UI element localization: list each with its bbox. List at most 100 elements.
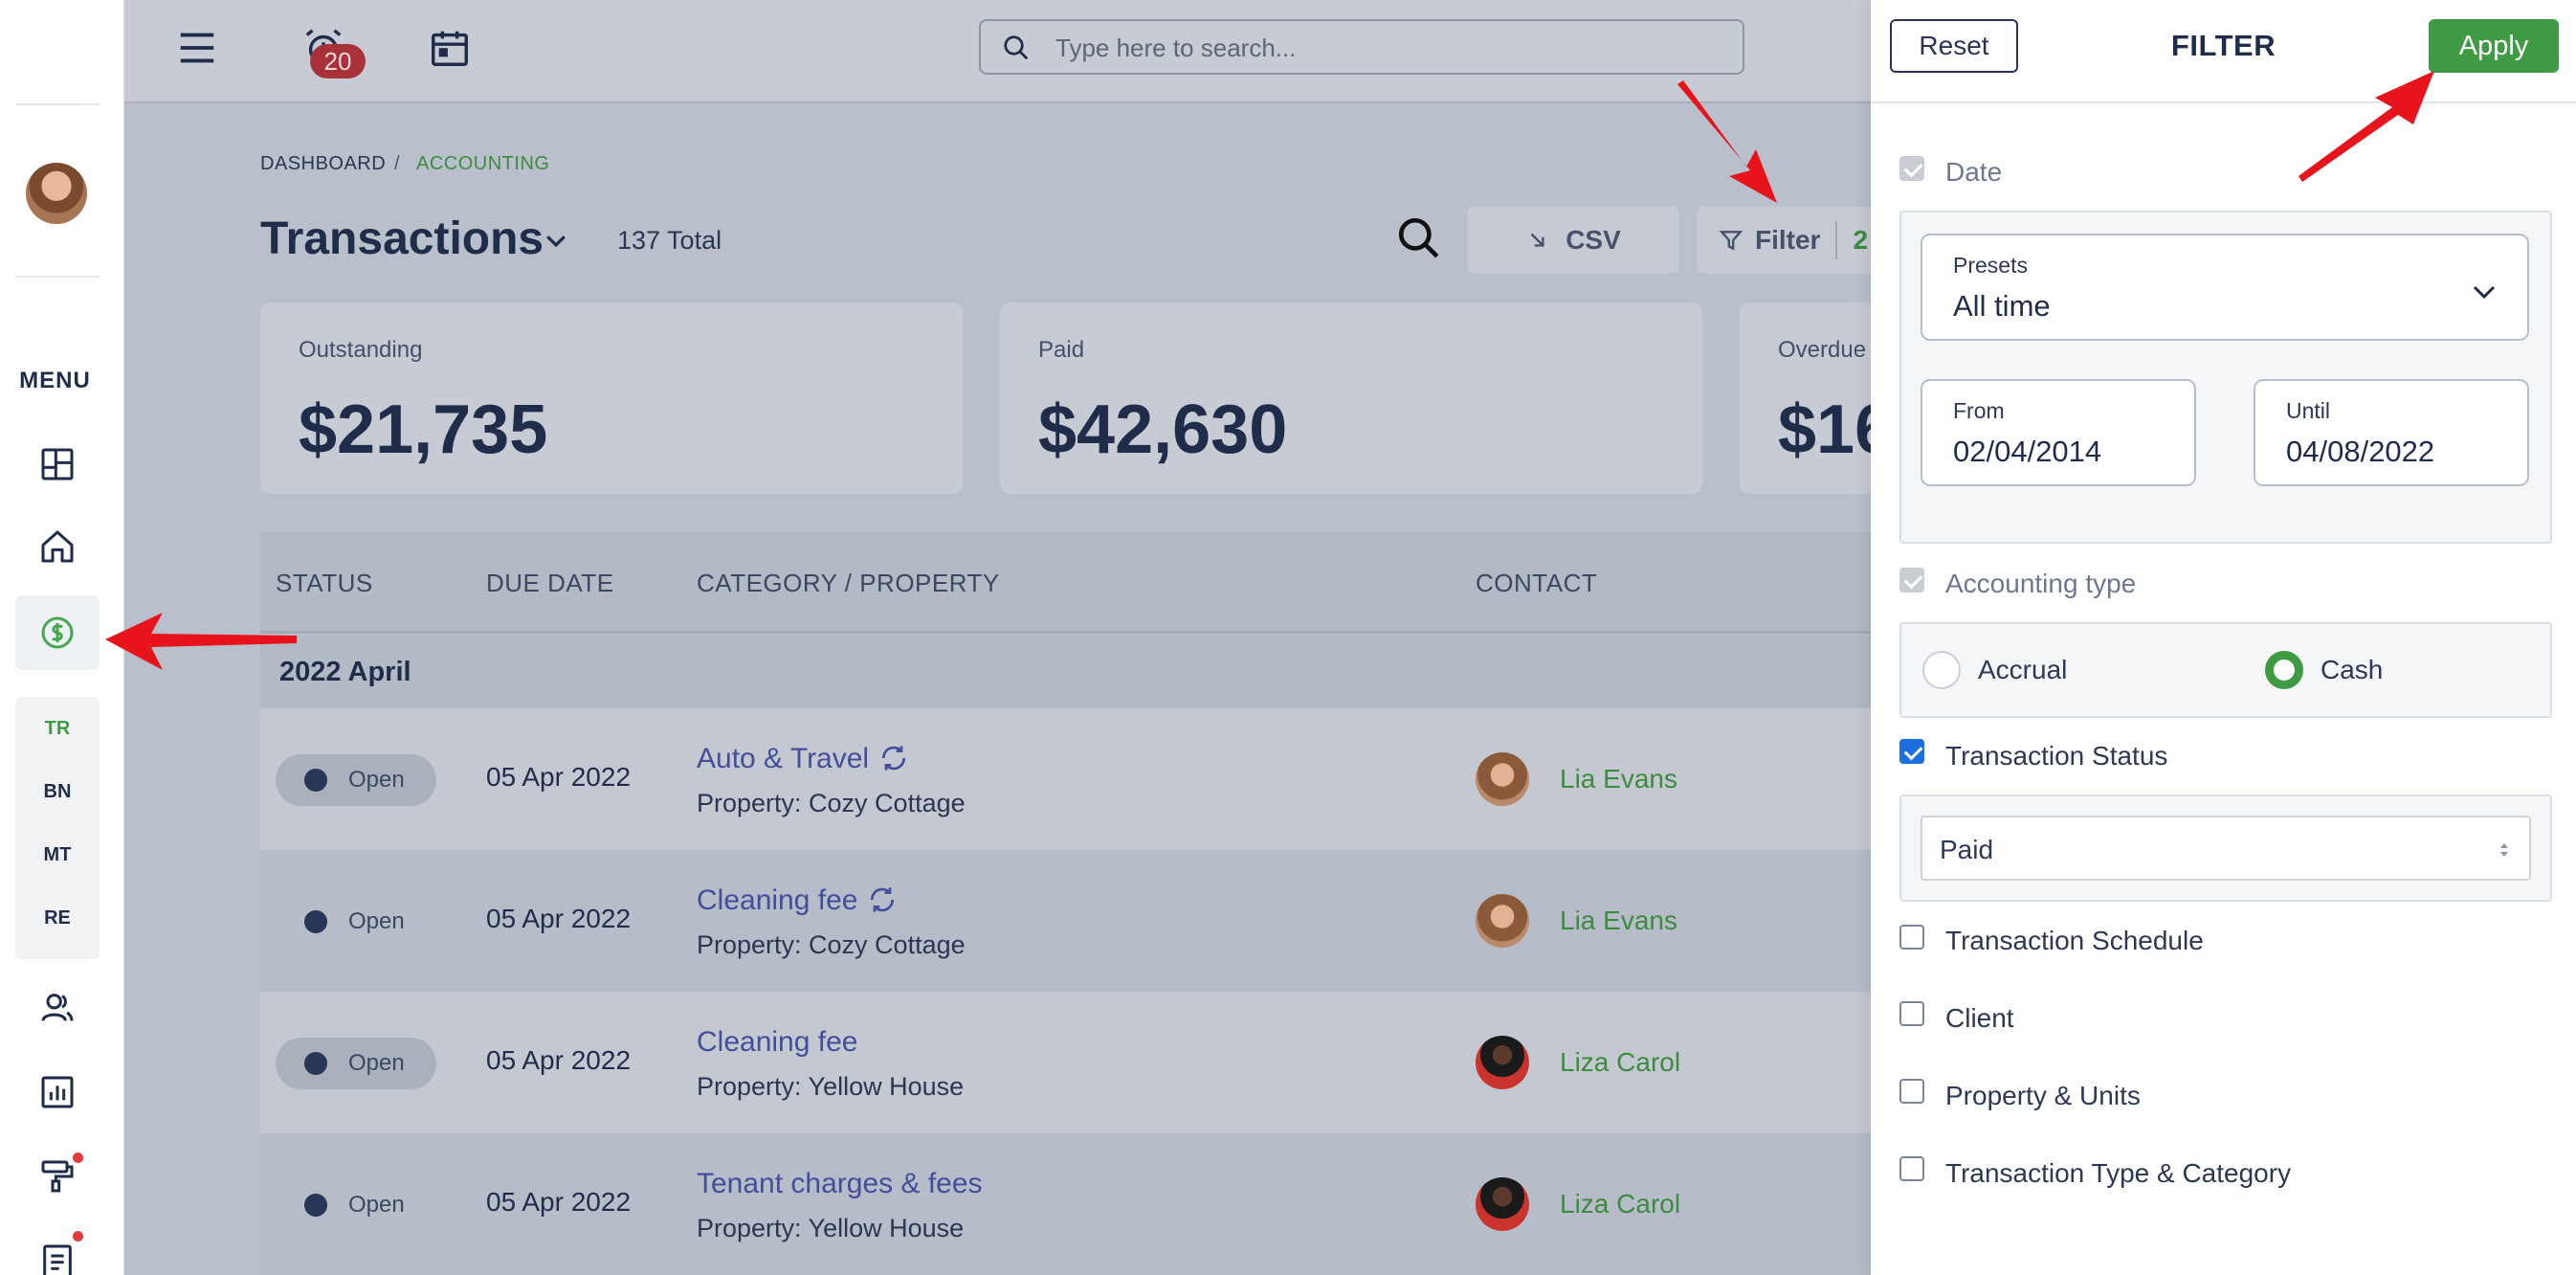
document-icon — [43, 1244, 72, 1275]
category-link[interactable]: Auto & Travel — [697, 743, 909, 775]
table-row[interactable]: Open 05 Apr 2022 Cleaning fee Property: … — [260, 850, 1871, 992]
recurring-icon — [871, 887, 895, 912]
dashboard-icon — [41, 448, 74, 481]
main-content: 20 DASHBOARD / ACCOUNTING Transactions 1… — [124, 0, 1871, 1275]
breadcrumb-dashboard[interactable]: DASHBOARD — [260, 153, 386, 175]
category-text: Auto & Travel — [697, 743, 870, 774]
property-units-label: Property & Units — [1945, 1081, 2141, 1110]
submenu-item-tr[interactable]: TR — [15, 697, 100, 760]
menu-label: MENU — [19, 368, 91, 393]
dollar-circle-icon — [41, 616, 74, 649]
category-link[interactable]: Tenant charges & fees — [697, 1168, 983, 1200]
status-text: Open — [348, 1192, 405, 1218]
nav-documents[interactable] — [15, 1223, 100, 1275]
status-dot — [304, 910, 327, 933]
reset-button[interactable]: Reset — [1890, 19, 2018, 73]
csv-export-button[interactable]: CSV — [1468, 207, 1678, 274]
presets-value: All time — [1953, 289, 2051, 323]
contact-link[interactable]: Liza Carol — [1560, 1047, 1680, 1078]
presets-label: Presets — [1953, 253, 2028, 278]
cash-radio[interactable] — [2265, 651, 2303, 689]
stat-label: Outstanding — [299, 337, 423, 363]
property-label: Property: Yellow House — [697, 1214, 965, 1242]
property-label: Property: Cozy Cottage — [697, 789, 966, 817]
from-value: 02/04/2014 — [1953, 435, 2102, 468]
submenu-item-mt[interactable]: MT — [15, 823, 100, 886]
nav-reports[interactable] — [15, 1055, 100, 1130]
presets-dropdown[interactable]: Presets All time — [1921, 234, 2529, 341]
contact-avatar — [1476, 1177, 1529, 1231]
calendar-button[interactable] — [421, 19, 478, 77]
filter-button[interactable]: Filter 2 — [1698, 207, 1871, 274]
category-link[interactable]: Cleaning fee — [697, 884, 898, 917]
status-dot — [304, 1052, 327, 1075]
stat-value: $42,630 — [1038, 391, 1288, 468]
chevron-down-icon[interactable] — [542, 226, 570, 255]
accounting-type-checkbox[interactable] — [1899, 568, 1924, 593]
status-text: Open — [348, 1050, 405, 1076]
due-date: 05 Apr 2022 — [486, 1045, 632, 1075]
stat-label: Overdue — [1778, 337, 1867, 363]
accrual-label: Accrual — [1978, 655, 2068, 684]
column-header-status[interactable]: STATUS — [276, 569, 373, 598]
nav-dashboard[interactable] — [15, 427, 100, 502]
notification-dot — [73, 1152, 83, 1163]
transaction-status-label: Transaction Status — [1945, 741, 2168, 771]
accounting-type-label: Accounting type — [1945, 569, 2137, 598]
transaction-type-label: Transaction Type & Category — [1945, 1158, 2292, 1188]
contact-link[interactable]: Lia Evans — [1560, 764, 1677, 794]
nav-home[interactable] — [15, 509, 100, 584]
stat-outstanding: Outstanding $21,735 — [260, 302, 963, 494]
submenu-item-bn[interactable]: BN — [15, 760, 100, 823]
contact-link[interactable]: Liza Carol — [1560, 1189, 1680, 1219]
until-date-field[interactable]: Until 04/08/2022 — [2254, 379, 2529, 486]
category-link[interactable]: Cleaning fee — [697, 1026, 857, 1059]
breadcrumb-separator: / — [394, 153, 401, 174]
search-input[interactable] — [1055, 29, 1706, 67]
transaction-schedule-checkbox[interactable] — [1899, 925, 1924, 950]
paint-roller-icon — [41, 1160, 74, 1193]
select-arrows-icon — [2500, 843, 2508, 857]
filter-count: 2 — [1853, 225, 1869, 255]
contact-link[interactable]: Lia Evans — [1560, 906, 1677, 936]
search-icon[interactable] — [1395, 214, 1443, 262]
menu-toggle-button[interactable] — [168, 19, 226, 77]
stat-value: $21,735 — [299, 391, 548, 468]
date-checkbox[interactable] — [1899, 156, 1924, 181]
top-bar: 20 — [124, 0, 1871, 103]
nav-accounting[interactable] — [15, 595, 100, 670]
property-units-checkbox[interactable] — [1899, 1079, 1924, 1104]
nav-maintenance[interactable] — [15, 1139, 100, 1214]
client-checkbox[interactable] — [1899, 1001, 1924, 1026]
transaction-type-checkbox[interactable] — [1899, 1156, 1924, 1181]
transaction-status-select[interactable]: Paid — [1921, 816, 2531, 881]
transaction-schedule-label: Transaction Schedule — [1945, 926, 2204, 955]
column-header-due-date[interactable]: DUE DATE — [486, 569, 614, 598]
property-label: Property: Yellow House — [697, 1072, 965, 1101]
table-row[interactable]: Open 05 Apr 2022 Cleaning fee Property: … — [260, 992, 1871, 1133]
date-filter-box: Presets All time From 02/04/2014 Until 0… — [1899, 211, 2552, 544]
client-label: Client — [1945, 1003, 2014, 1033]
nav-people[interactable] — [15, 971, 100, 1045]
filter-panel: Reset FILTER Apply Date Presets All time… — [1871, 0, 2576, 1275]
rail-divider — [15, 103, 100, 105]
status-text: Open — [348, 767, 405, 793]
chevron-down-icon — [2473, 285, 2496, 300]
column-header-contact[interactable]: CONTACT — [1476, 569, 1597, 598]
accrual-radio[interactable] — [1922, 651, 1961, 689]
category-text: Cleaning fee — [697, 884, 858, 916]
from-date-field[interactable]: From 02/04/2014 — [1921, 379, 2196, 486]
stat-overdue: Overdue $16 — [1740, 302, 1871, 494]
filter-panel-header: Reset FILTER Apply — [1871, 0, 2576, 103]
filter-divider — [1835, 221, 1838, 259]
status-badge: Open — [276, 754, 436, 806]
arrow-down-right-icon — [1530, 233, 1544, 247]
page-title[interactable]: Transactions — [260, 212, 544, 265]
submenu-item-re[interactable]: RE — [15, 886, 100, 950]
table-row[interactable]: Open 05 Apr 2022 Auto & Travel Property:… — [260, 708, 1871, 850]
column-header-category[interactable]: CATEGORY / PROPERTY — [697, 569, 1000, 598]
user-avatar[interactable] — [26, 163, 87, 224]
table-row[interactable]: Open 05 Apr 2022 Tenant charges & fees P… — [260, 1133, 1871, 1275]
transaction-status-checkbox[interactable] — [1899, 739, 1924, 764]
apply-button[interactable]: Apply — [2429, 19, 2559, 73]
